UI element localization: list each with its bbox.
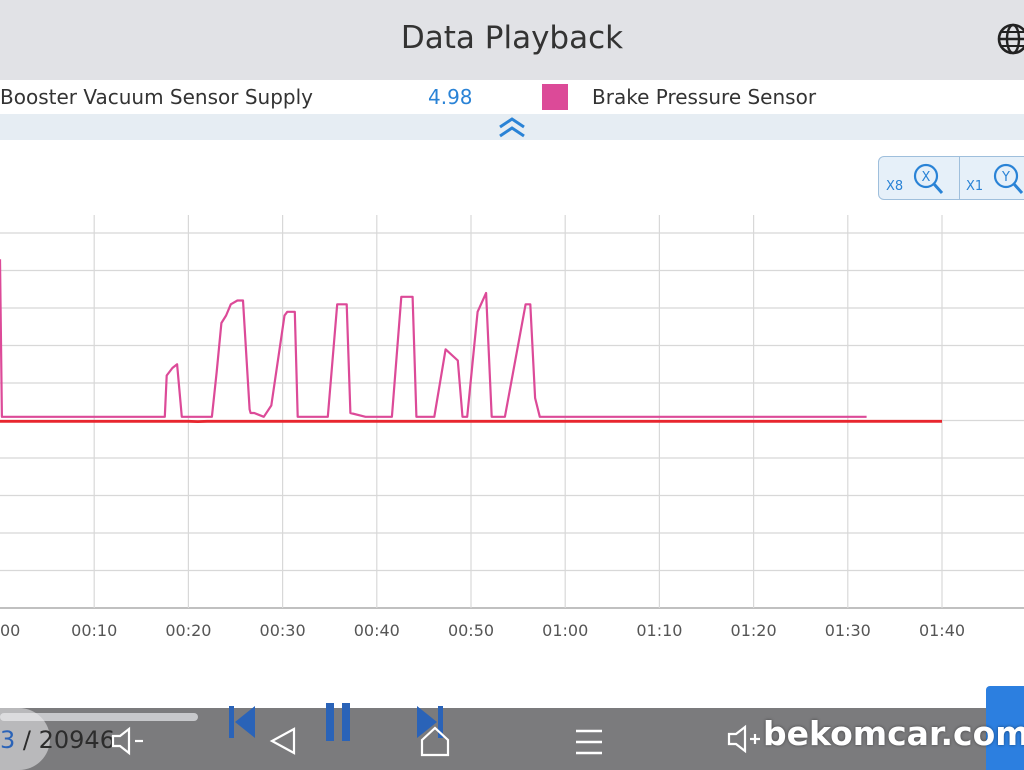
pause-icon[interactable] bbox=[323, 702, 353, 742]
brake-pressure-series-line bbox=[0, 259, 867, 418]
x-tick-label: 01:30 bbox=[825, 621, 871, 640]
home-icon[interactable] bbox=[419, 724, 451, 758]
watermark: bekomcar.com bbox=[763, 714, 1024, 753]
volume-down-icon[interactable] bbox=[110, 726, 146, 756]
back-icon[interactable] bbox=[268, 726, 298, 756]
x-tick-label: 00:40 bbox=[354, 621, 400, 640]
volume-up-icon[interactable] bbox=[726, 724, 762, 754]
x-tick-label: 00:50 bbox=[448, 621, 494, 640]
x-tick-label: 01:10 bbox=[636, 621, 682, 640]
x-tick-label: 01:40 bbox=[919, 621, 965, 640]
frame-counter: 3 / 20946 bbox=[0, 726, 115, 754]
x-tick-label: 00:30 bbox=[260, 621, 306, 640]
x-tick-label: 00 bbox=[0, 621, 20, 640]
menu-icon[interactable] bbox=[574, 726, 604, 758]
skip-back-icon[interactable] bbox=[226, 704, 258, 740]
x-tick-label: 00:10 bbox=[71, 621, 117, 640]
line-chart: 00 00:10 00:20 00:30 00:40 00:50 01:00 01:10 01:… bbox=[0, 215, 1024, 640]
frame-separator: / bbox=[15, 726, 39, 754]
x-tick-label: 00:20 bbox=[165, 621, 211, 640]
x-tick-label: 01:20 bbox=[731, 621, 777, 640]
chart-x-ticks: 00 00:10 00:20 00:30 00:40 00:50 01:00 01:10 01:… bbox=[0, 621, 965, 640]
chart-grid bbox=[0, 215, 1024, 609]
frame-total: 20946 bbox=[38, 726, 115, 754]
x-tick-label: 01:00 bbox=[542, 621, 588, 640]
frame-current: 3 bbox=[0, 726, 16, 754]
